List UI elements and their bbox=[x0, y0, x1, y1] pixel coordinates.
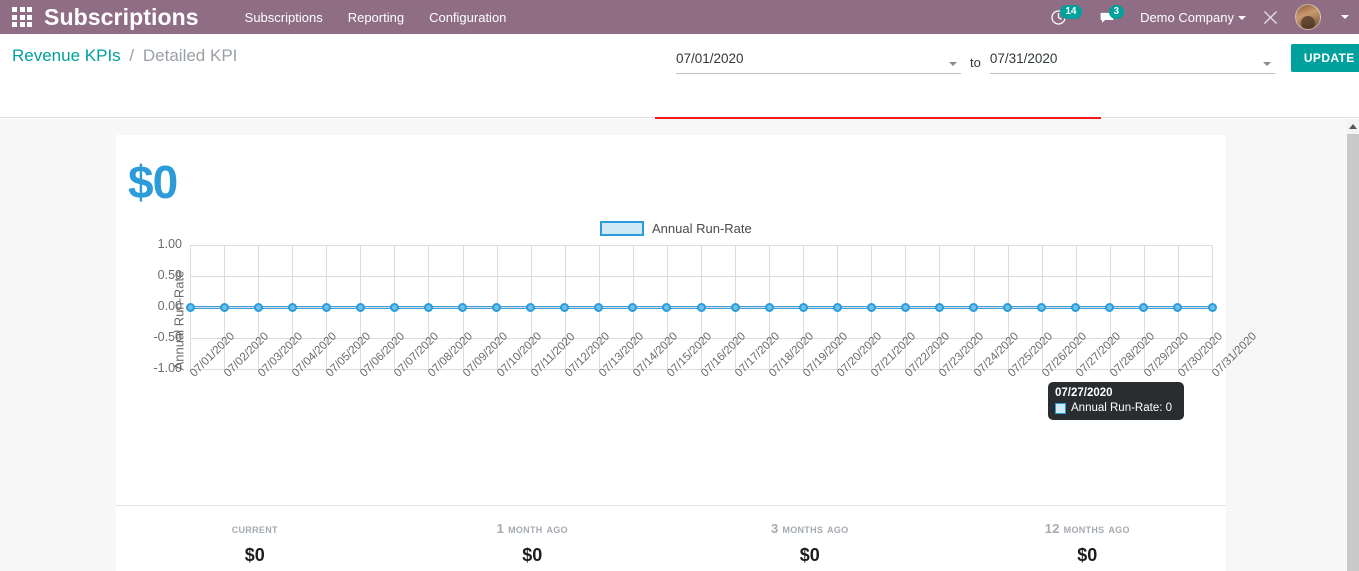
start-date-value: 07/01/2020 bbox=[676, 51, 744, 66]
chart-data-point[interactable] bbox=[900, 302, 910, 312]
chart-data-point[interactable] bbox=[1037, 302, 1047, 312]
activities-button[interactable]: 14 bbox=[1050, 5, 1082, 26]
menu-item-configuration[interactable]: Configuration bbox=[429, 10, 506, 25]
chart-data-point[interactable] bbox=[866, 302, 876, 312]
end-date-value: 07/31/2020 bbox=[989, 51, 1058, 66]
kpi-label-current: Current bbox=[231, 521, 278, 536]
app-brand-title: Subscriptions bbox=[44, 3, 199, 30]
user-menu-chevron-icon[interactable] bbox=[1341, 15, 1349, 19]
chart-data-point[interactable] bbox=[1173, 302, 1183, 312]
kpi-summary-row: Current $0 1 month ago $0 3 months ago $… bbox=[116, 521, 1226, 566]
chart-data-point[interactable] bbox=[423, 302, 433, 312]
kpi-label-12-months-ago: 12 months ago bbox=[1044, 521, 1130, 536]
chart-y-tick: 1.00 bbox=[157, 237, 182, 251]
chevron-down-icon[interactable] bbox=[949, 62, 957, 66]
messages-count: 3 bbox=[1108, 5, 1125, 19]
chart-y-tick: -1.00 bbox=[153, 361, 183, 375]
chart-data-point[interactable] bbox=[764, 302, 774, 312]
update-button[interactable]: UPDATE bbox=[1290, 44, 1359, 72]
chart-tooltip: 07/27/2020 Annual Run-Rate: 0 bbox=[1048, 382, 1184, 420]
kpi-cell-12-months-ago: 12 months ago $0 bbox=[949, 521, 1227, 566]
company-name: Demo Company bbox=[1140, 9, 1234, 25]
chart-data-point[interactable] bbox=[662, 302, 672, 312]
chart-data-point[interactable] bbox=[1071, 302, 1081, 312]
start-date-field[interactable]: 07/01/2020 bbox=[676, 50, 961, 74]
tooltip-series-row: Annual Run-Rate: 0 bbox=[1055, 402, 1177, 414]
apps-menu-button[interactable] bbox=[0, 7, 44, 27]
chart-data-point[interactable] bbox=[321, 302, 331, 312]
kpi-value-3-months-ago: $0 bbox=[799, 545, 820, 565]
breadcrumb-separator: / bbox=[129, 46, 135, 65]
kpi-headline-value: $0 bbox=[128, 156, 178, 208]
legend-label-annual-run-rate: Annual Run-Rate bbox=[652, 221, 752, 236]
chart-data-point[interactable] bbox=[185, 302, 195, 312]
tooltip-date: 07/27/2020 bbox=[1055, 387, 1113, 399]
chart-y-tick: -0.50 bbox=[153, 330, 183, 344]
chevron-down-icon[interactable] bbox=[1262, 62, 1271, 66]
content-area: $0 Annual Run-Rate Annual Run-Rate 1.00 0… bbox=[0, 119, 1347, 571]
chart-data-point[interactable] bbox=[219, 302, 229, 312]
kpi-value-1-month-ago: $0 bbox=[522, 545, 543, 565]
chart-legend[interactable]: Annual Run-Rate bbox=[600, 221, 752, 236]
chart-data-point[interactable] bbox=[594, 302, 604, 312]
tooltip-swatch bbox=[1055, 402, 1066, 414]
annual-run-rate-chart: Annual Run-Rate Annual Run-Rate 1.00 0.50… bbox=[116, 221, 1259, 503]
chart-data-point[interactable] bbox=[389, 302, 399, 312]
kpi-cell-current: Current $0 bbox=[116, 521, 394, 566]
chart-data-point[interactable] bbox=[969, 302, 979, 312]
apps-grid-icon bbox=[12, 7, 32, 27]
kpi-cell-3-months-ago: 3 months ago $0 bbox=[671, 521, 949, 566]
company-switcher[interactable]: Demo Company bbox=[1140, 10, 1246, 25]
kpi-card: $0 Annual Run-Rate Annual Run-Rate 1.00 0… bbox=[116, 135, 1259, 571]
breadcrumb-current: Detailed KPI bbox=[142, 46, 238, 65]
breadcrumb-root-link[interactable]: Revenue KPIs bbox=[12, 46, 121, 65]
kpi-label-3-months-ago: 3 months ago bbox=[770, 521, 849, 536]
chart-data-point[interactable] bbox=[1003, 302, 1013, 312]
chart-y-tick: 0.00 bbox=[157, 299, 182, 313]
chart-y-tick: 0.50 bbox=[157, 268, 182, 282]
control-bar: Revenue KPIs / Detailed KPI 07/01/2020 t… bbox=[0, 34, 1359, 146]
vertical-scrollbar[interactable] bbox=[1347, 119, 1359, 571]
kpi-value-12-months-ago: $0 bbox=[1077, 545, 1098, 565]
chart-data-point[interactable] bbox=[628, 302, 638, 312]
chart-data-point[interactable] bbox=[798, 302, 808, 312]
scroll-up-arrow-icon[interactable] bbox=[1347, 119, 1359, 134]
date-range-to-label: to bbox=[970, 55, 981, 70]
end-date-field[interactable]: 07/31/2020 bbox=[989, 50, 1275, 74]
chart-data-point[interactable] bbox=[287, 302, 297, 312]
tooltip-series-value: Annual Run-Rate: 0 bbox=[1071, 402, 1173, 414]
legend-swatch-annual-run-rate bbox=[600, 221, 644, 236]
chart-data-point[interactable] bbox=[730, 302, 740, 312]
debug-tools-icon[interactable] bbox=[1262, 9, 1279, 26]
chart-data-point[interactable] bbox=[696, 302, 706, 312]
navbar-right-tools: 14 3 Demo Company bbox=[1050, 4, 1349, 30]
chevron-down-icon bbox=[1238, 16, 1246, 21]
breadcrumb: Revenue KPIs / Detailed KPI bbox=[12, 46, 237, 66]
messages-button[interactable]: 3 bbox=[1098, 5, 1125, 26]
chart-data-point[interactable] bbox=[526, 302, 536, 312]
chart-data-point[interactable] bbox=[1139, 302, 1149, 312]
chart-data-point[interactable] bbox=[1207, 302, 1217, 312]
chart-data-point[interactable] bbox=[832, 302, 842, 312]
kpi-cell-1-month-ago: 1 month ago $0 bbox=[394, 521, 672, 566]
card-divider bbox=[116, 505, 1226, 506]
kpi-label-1-month-ago: 1 month ago bbox=[496, 521, 568, 536]
chart-data-point[interactable] bbox=[355, 302, 365, 312]
menu-item-subscriptions[interactable]: Subscriptions bbox=[245, 10, 323, 25]
kpi-value-current: $0 bbox=[244, 545, 265, 565]
chart-data-point[interactable] bbox=[492, 302, 502, 312]
chart-data-point[interactable] bbox=[1105, 302, 1115, 312]
menu-item-reporting[interactable]: Reporting bbox=[348, 10, 404, 25]
main-menu: Subscriptions Reporting Configuration bbox=[245, 10, 507, 25]
chart-data-point[interactable] bbox=[934, 302, 944, 312]
avatar[interactable] bbox=[1295, 4, 1321, 30]
date-range-controls: 07/01/2020 to 07/31/2020 UPDATE bbox=[676, 44, 1359, 74]
chart-data-point[interactable] bbox=[560, 302, 570, 312]
chart-data-point[interactable] bbox=[458, 302, 468, 312]
chart-data-point[interactable] bbox=[253, 302, 263, 312]
top-navbar: Subscriptions Subscriptions Reporting Co… bbox=[0, 0, 1359, 34]
activities-count: 14 bbox=[1060, 5, 1082, 19]
